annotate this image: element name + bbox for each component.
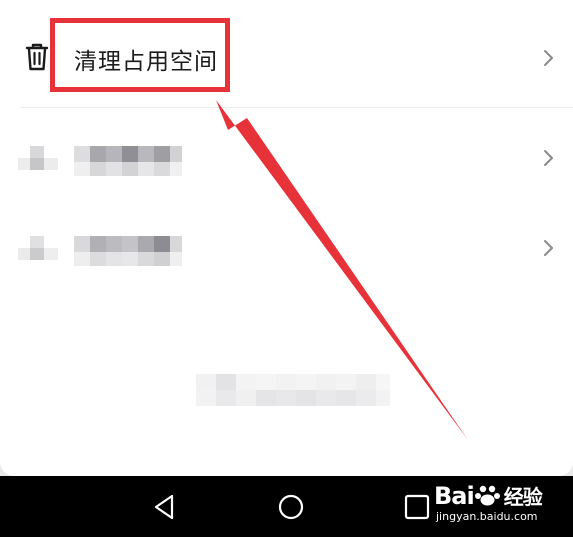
redacted-label bbox=[74, 236, 182, 266]
chevron-right-icon bbox=[544, 240, 553, 256]
chevron-right-icon bbox=[544, 150, 553, 166]
recent-apps-icon[interactable] bbox=[400, 490, 434, 524]
watermark-site: jingyan.baidu.com bbox=[436, 510, 538, 523]
watermark-brand: Bai bbox=[434, 482, 475, 510]
divider bbox=[20, 107, 573, 108]
redacted-footer-text bbox=[196, 374, 390, 406]
redacted-label bbox=[74, 146, 182, 176]
redacted-icon bbox=[18, 146, 58, 172]
watermark-brand-suffix: 经验 bbox=[503, 485, 543, 509]
baidu-jingyan-watermark: Bai 经验 jingyan.baidu.com bbox=[434, 481, 573, 531]
trash-icon bbox=[25, 43, 49, 71]
chevron-right-icon bbox=[544, 50, 553, 66]
settings-sheet: 清理占用空间 bbox=[0, 0, 573, 476]
home-icon[interactable] bbox=[274, 490, 308, 524]
menu-item-redacted[interactable] bbox=[0, 220, 573, 276]
redacted-icon bbox=[18, 236, 58, 262]
annotation-highlight-box bbox=[50, 18, 230, 92]
back-icon[interactable] bbox=[148, 490, 182, 524]
menu-item-redacted[interactable] bbox=[0, 130, 573, 186]
paw-icon bbox=[474, 485, 500, 506]
